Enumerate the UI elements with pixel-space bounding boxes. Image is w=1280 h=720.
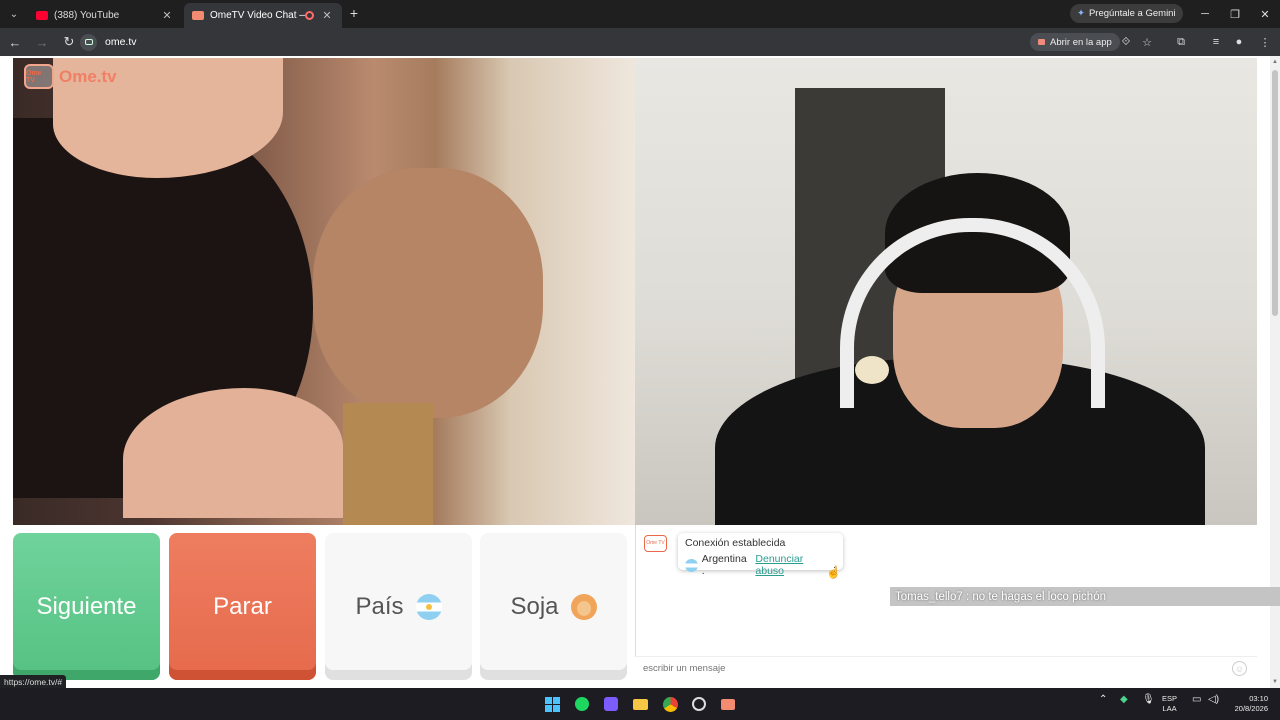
tab-youtube[interactable]: (388) YouTube ✕ [28, 3, 182, 28]
message-text: no te hagas el loco pichón [972, 590, 1106, 603]
video-shape [343, 403, 433, 525]
status-bar-url: https://ome.tv/# [0, 675, 67, 689]
gemini-button[interactable]: ✦ Pregúntale a Gemini [1070, 4, 1183, 23]
woman-icon [570, 593, 597, 620]
local-video [635, 58, 1257, 525]
emoji-icon[interactable]: ☺ [1232, 661, 1247, 676]
open-in-app-label: Abrir en la app [1050, 36, 1112, 48]
new-tab-button[interactable]: + [346, 5, 362, 21]
microphone-icon[interactable]: 🎙 [1142, 694, 1155, 705]
gender-button[interactable]: Soja [480, 533, 627, 680]
keyboard-layout: LAA [1162, 704, 1177, 713]
system-message: Conexión establecida Argentina . Denunci… [678, 533, 843, 577]
close-tab-icon[interactable]: ✕ [320, 9, 334, 22]
reload-icon[interactable]: ↻ [57, 30, 81, 54]
address-bar[interactable]: ome.tv [80, 31, 1190, 53]
stop-button[interactable]: Parar [169, 533, 316, 680]
gemini-icon: ✦ [1077, 8, 1085, 19]
forward-icon[interactable]: → [30, 30, 54, 54]
extensions-icon[interactable]: ⧉ [1172, 33, 1190, 51]
system-clock[interactable]: 03:10 20/8/2026 [1222, 694, 1268, 714]
country-label: País [355, 592, 404, 620]
logo-tv-icon: Ome TV [24, 64, 54, 89]
obs-icon[interactable] [689, 694, 709, 714]
language-indicator[interactable]: ESP LAA [1162, 694, 1177, 714]
minimize-icon[interactable]: ─ [1190, 0, 1220, 28]
start-icon[interactable] [542, 694, 562, 714]
chat-logo-icon: Ome TV [644, 535, 667, 552]
next-button[interactable]: Siguiente [13, 533, 160, 680]
translate-icon[interactable]: ⟐ [1117, 33, 1135, 51]
remote-video [13, 58, 635, 525]
volume-icon[interactable]: ◁) [1208, 694, 1219, 705]
network-icon[interactable]: ▭ [1192, 694, 1201, 705]
argentina-flag-icon [685, 558, 698, 572]
close-tab-icon[interactable]: ✕ [160, 9, 174, 22]
store-icon[interactable] [601, 694, 621, 714]
connection-status: Conexión establecida [685, 537, 786, 549]
recording-icon [305, 11, 314, 20]
message-username: Tomas_tello7 [895, 590, 963, 603]
hand-cursor-icon: ☝ [826, 565, 841, 579]
stop-label: Parar [213, 592, 272, 620]
chevron-up-icon[interactable]: ⌃ [1099, 694, 1107, 705]
partner-country: Argentina . [701, 553, 747, 577]
restore-icon[interactable]: ❐ [1220, 0, 1250, 28]
scroll-up-icon[interactable]: ▲ [1272, 59, 1278, 65]
next-label: Siguiente [36, 592, 137, 620]
scroll-down-icon[interactable]: ▼ [1272, 679, 1278, 685]
clock-date: 20/8/2026 [1234, 704, 1268, 713]
youtube-icon [36, 11, 48, 20]
message-separator: : [962, 590, 973, 603]
gemini-label: Pregúntale a Gemini [1088, 8, 1176, 19]
menu-icon[interactable]: ⋮ [1256, 33, 1274, 51]
scrollbar-thumb[interactable] [1272, 70, 1278, 316]
argentina-flag-icon [415, 593, 442, 620]
app-icon [1038, 39, 1045, 45]
ometv-logo[interactable]: Ome TV Ome.tv [24, 64, 117, 89]
chat-input[interactable] [635, 663, 1232, 674]
reading-list-icon[interactable]: ≡ [1207, 33, 1225, 51]
country-button[interactable]: País [325, 533, 472, 680]
chrome-icon[interactable] [660, 694, 680, 714]
chat-message: Tomas_tello7 : no te hagas el loco pichó… [890, 587, 1280, 606]
site-info-icon[interactable] [80, 33, 97, 51]
tab-title: (388) YouTube [54, 10, 120, 21]
logo-text: Ome.tv [59, 66, 117, 86]
recorder-icon[interactable] [718, 694, 738, 714]
chat-input-bar: ☺ [635, 656, 1257, 680]
report-abuse-link[interactable]: Denunciar abuso [755, 553, 833, 577]
file-explorer-icon[interactable] [630, 694, 650, 714]
spotify-icon[interactable] [572, 694, 592, 714]
video-shape [855, 356, 889, 384]
gender-label: Soja [510, 592, 559, 620]
security-icon[interactable]: ◆ [1120, 694, 1128, 705]
video-shape [313, 168, 543, 418]
language-code: ESP [1162, 694, 1178, 703]
back-icon[interactable]: ← [3, 30, 27, 54]
profile-avatar[interactable]: ● [1230, 33, 1248, 51]
tab-search-dropdown-icon[interactable]: ⌄ [0, 0, 28, 28]
clock-time: 03:10 [1249, 694, 1268, 703]
url-text[interactable]: ome.tv [105, 36, 137, 48]
tab-title: OmeTV Video Chat — Alter [210, 10, 305, 21]
open-in-app-button[interactable]: Abrir en la app [1030, 33, 1120, 51]
tab-ometv[interactable]: OmeTV Video Chat — Alter ✕ [184, 3, 342, 28]
close-window-icon[interactable]: ✕ [1250, 0, 1280, 28]
ometv-icon [192, 11, 204, 20]
bookmark-star-icon[interactable]: ☆ [1138, 33, 1156, 51]
